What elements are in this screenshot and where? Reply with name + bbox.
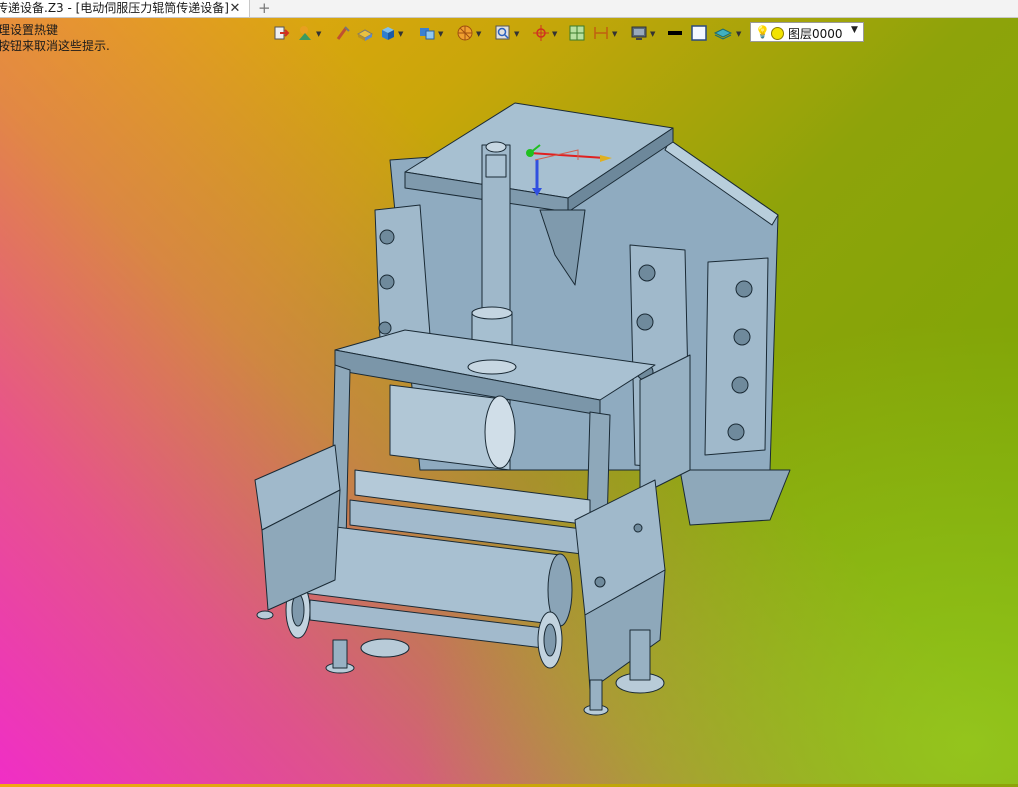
render-dropdown-icon[interactable]: ▼ bbox=[476, 30, 481, 38]
render-icon[interactable] bbox=[456, 24, 474, 42]
close-tab-icon[interactable]: ✕ bbox=[228, 0, 242, 17]
block-icon[interactable] bbox=[356, 24, 374, 42]
view-toolbar: ▼ ▼ ▼ ▼ ▼ ▼ ▼ ▼ ▼ 💡 图层0000 ▼ bbox=[270, 22, 870, 44]
cube-dropdown-icon[interactable]: ▼ bbox=[398, 30, 403, 38]
cube-icon[interactable] bbox=[378, 24, 396, 42]
square-icon[interactable] bbox=[690, 24, 708, 42]
line-icon[interactable] bbox=[666, 24, 684, 42]
layer-stack-icon[interactable] bbox=[714, 24, 732, 42]
exit-icon[interactable] bbox=[272, 24, 290, 42]
grid-icon[interactable] bbox=[568, 24, 586, 42]
view-dropdown-icon[interactable]: ▼ bbox=[438, 30, 443, 38]
shade-dropdown-icon[interactable]: ▼ bbox=[316, 30, 321, 38]
layer-dropdown-icon[interactable]: ▼ bbox=[851, 25, 858, 35]
base-tray bbox=[679, 469, 791, 526]
layer-name: 图层0000 bbox=[788, 27, 843, 41]
left-pillar bbox=[374, 204, 431, 341]
tab-bar: 传递设备.Z3 - [电动伺服压力辊筒传递设备] ✕ + bbox=[0, 0, 1018, 18]
snap-dropdown-icon[interactable]: ▼ bbox=[552, 30, 557, 38]
view-icon[interactable] bbox=[418, 24, 436, 42]
cad-model[interactable] bbox=[0, 44, 1018, 784]
shade-icon[interactable] bbox=[296, 24, 314, 42]
3d-viewport[interactable] bbox=[0, 44, 1018, 784]
monitor-dropdown-icon[interactable]: ▼ bbox=[650, 30, 655, 38]
hint-line-1: 理设置热键 bbox=[0, 23, 59, 37]
zoom-icon[interactable] bbox=[494, 24, 512, 42]
add-tab-icon[interactable]: + bbox=[258, 0, 271, 17]
lightbulb-icon[interactable]: 💡 bbox=[755, 25, 770, 39]
dimension-icon[interactable] bbox=[592, 24, 610, 42]
dimension-dropdown-icon[interactable]: ▼ bbox=[612, 30, 617, 38]
zoom-dropdown-icon[interactable]: ▼ bbox=[514, 30, 519, 38]
layer-color-icon bbox=[771, 27, 784, 40]
snap-icon[interactable] bbox=[532, 24, 550, 42]
monitor-icon[interactable] bbox=[630, 24, 648, 42]
layer-stack-dropdown-icon[interactable]: ▼ bbox=[736, 30, 741, 38]
brush-icon[interactable] bbox=[334, 24, 352, 42]
document-tab[interactable]: 传递设备.Z3 - [电动伺服压力辊筒传递设备] ✕ bbox=[0, 0, 250, 17]
layer-select[interactable]: 💡 图层0000 ▼ bbox=[750, 22, 864, 42]
document-tab-title: 传递设备.Z3 - [电动伺服压力辊筒传递设备] bbox=[0, 1, 229, 15]
